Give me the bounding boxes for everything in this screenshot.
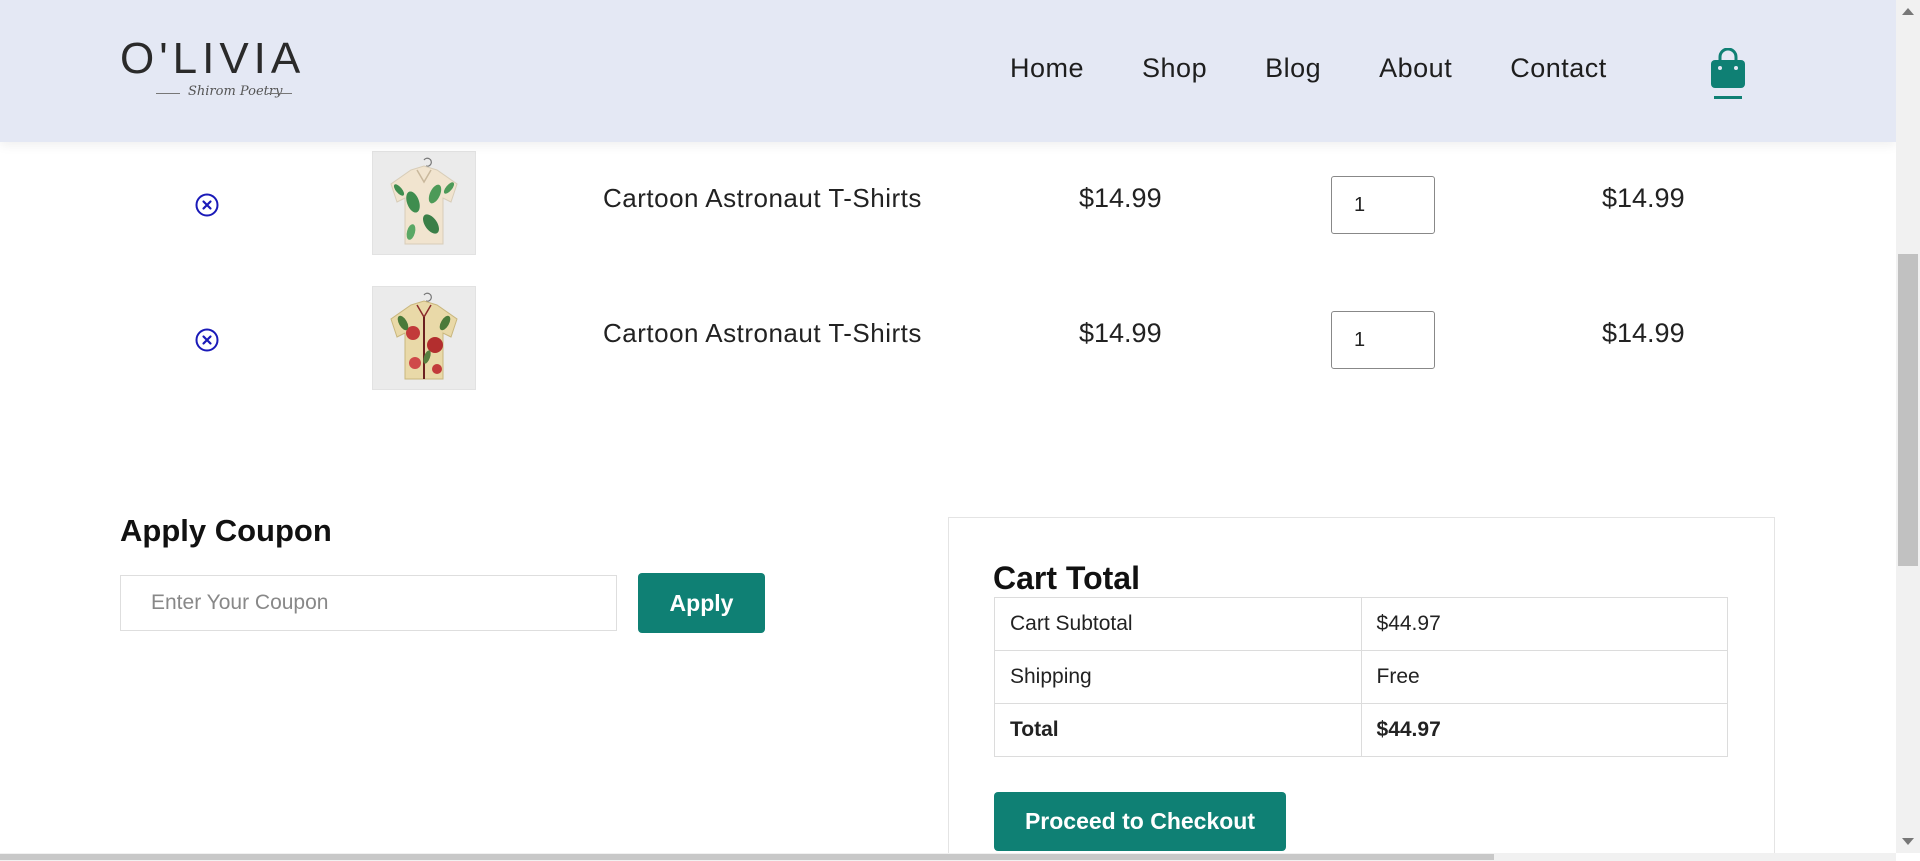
logo-divider xyxy=(156,93,180,94)
row-subtotal: $14.99 xyxy=(1602,183,1685,213)
shipping-row: Shipping Free xyxy=(994,650,1729,704)
product-name[interactable]: Cartoon Astronaut T-Shirts xyxy=(603,318,922,349)
horizontal-scrollbar-thumb[interactable] xyxy=(0,854,1494,860)
shipping-label: Shipping xyxy=(994,650,1362,704)
coupon-input[interactable] xyxy=(120,575,617,631)
product-name[interactable]: Cartoon Astronaut T-Shirts xyxy=(603,183,922,214)
row-subtotal: $14.99 xyxy=(1602,318,1685,348)
total-value: $44.97 xyxy=(1360,703,1729,757)
subtotal-value: $44.97 xyxy=(1360,597,1729,651)
scroll-down-arrow-icon[interactable] xyxy=(1902,838,1914,845)
total-label: Total xyxy=(994,703,1362,757)
logo-text: O'LIVIA xyxy=(120,34,306,83)
subtotal-row: Cart Subtotal $44.97 xyxy=(994,597,1729,651)
logo-divider xyxy=(268,93,292,94)
quantity-input[interactable] xyxy=(1331,176,1435,234)
cart-total-heading: Cart Total xyxy=(993,560,1140,596)
subtotal-label: Cart Subtotal xyxy=(994,597,1362,651)
nav-about[interactable]: About xyxy=(1379,53,1452,84)
product-price: $14.99 xyxy=(1079,183,1162,213)
main-nav: Home Shop Blog About Contact xyxy=(1010,53,1607,84)
product-price: $14.99 xyxy=(1079,318,1162,348)
logo-tagline: Shirom Poetry xyxy=(188,84,283,99)
nav-contact[interactable]: Contact xyxy=(1510,53,1607,84)
shopping-bag-icon[interactable] xyxy=(1710,47,1746,100)
shipping-value: Free xyxy=(1360,650,1729,704)
remove-item-icon[interactable] xyxy=(195,193,219,217)
remove-item-icon[interactable] xyxy=(195,328,219,352)
total-row: Total $44.97 xyxy=(994,703,1729,757)
scroll-up-arrow-icon[interactable] xyxy=(1902,8,1914,15)
vertical-scrollbar-thumb[interactable] xyxy=(1898,254,1918,566)
product-image[interactable] xyxy=(372,286,476,390)
nav-blog[interactable]: Blog xyxy=(1265,53,1321,84)
cart-total-table: Cart Subtotal $44.97 Shipping Free Total… xyxy=(994,597,1729,757)
nav-shop[interactable]: Shop xyxy=(1142,53,1207,84)
quantity-input[interactable] xyxy=(1331,311,1435,369)
cart-row: Cartoon Astronaut T-Shirts $14.99 $14.99 xyxy=(0,286,1896,396)
nav-home[interactable]: Home xyxy=(1010,53,1084,84)
cart-page: O'LIVIA Shirom Poetry Home Shop Blog Abo… xyxy=(0,0,1896,853)
apply-coupon-button[interactable]: Apply xyxy=(638,573,765,633)
product-image[interactable] xyxy=(372,151,476,255)
cart-row: Cartoon Astronaut T-Shirts $14.99 $14.99 xyxy=(0,151,1896,261)
site-header: O'LIVIA Shirom Poetry Home Shop Blog Abo… xyxy=(0,0,1896,142)
coupon-heading: Apply Coupon xyxy=(120,513,332,548)
logo[interactable]: O'LIVIA Shirom Poetry xyxy=(120,34,330,104)
proceed-to-checkout-button[interactable]: Proceed to Checkout xyxy=(994,792,1286,851)
